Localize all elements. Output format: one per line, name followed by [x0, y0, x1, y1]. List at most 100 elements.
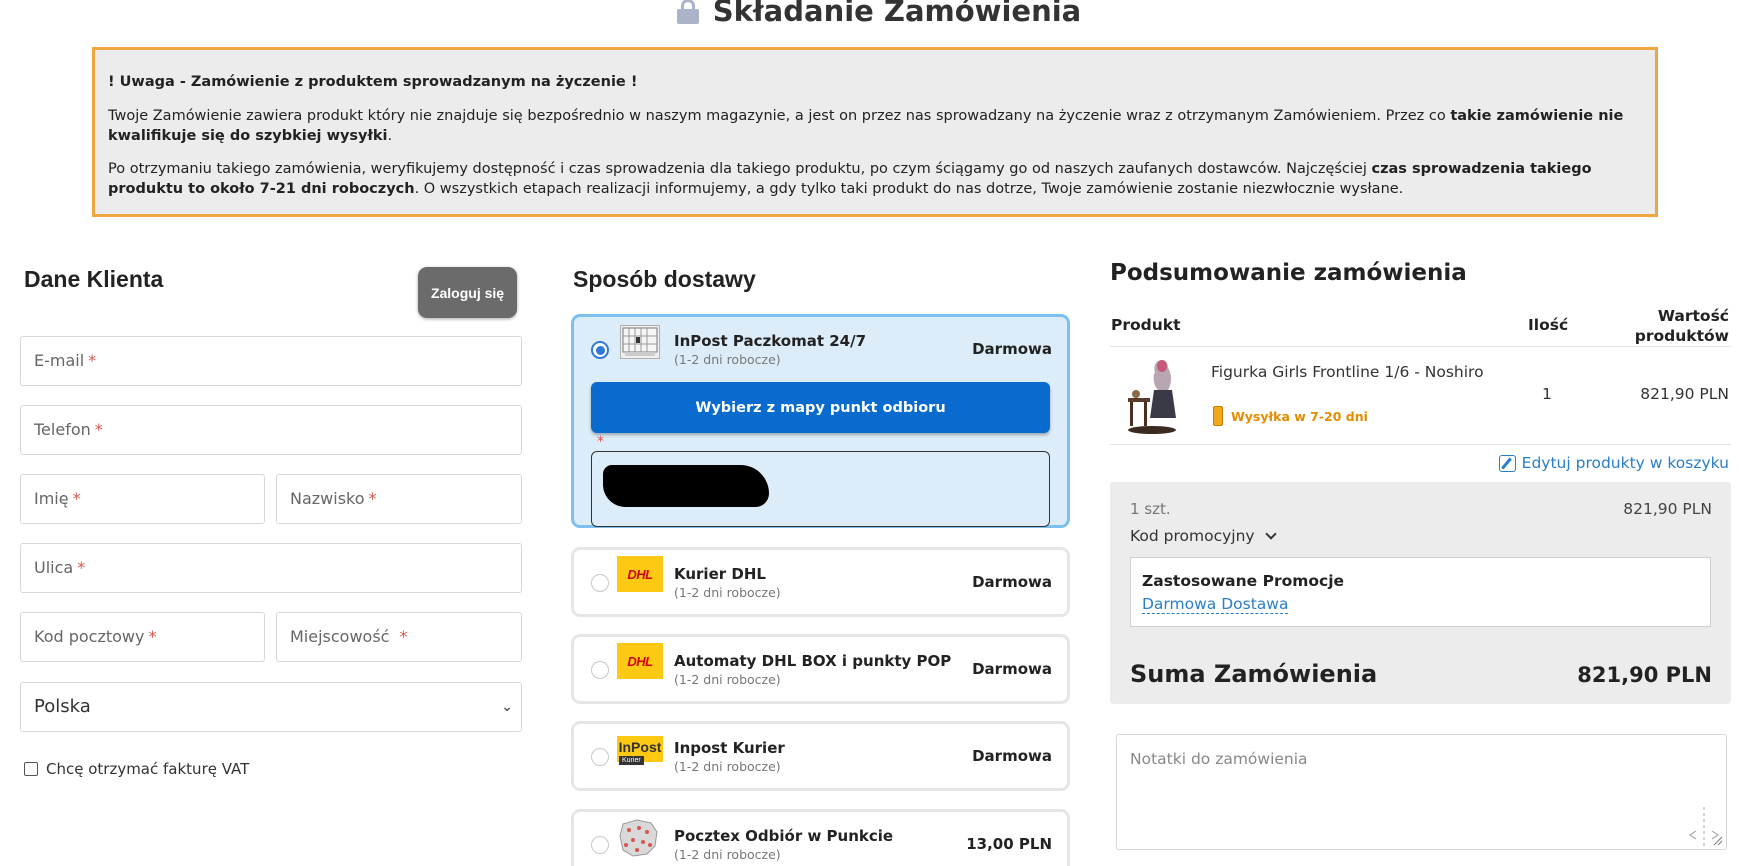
choose-pickup-point-button[interactable]: Wybierz z mapy punkt odbioru — [591, 382, 1050, 433]
order-total-label: Suma Zamówienia — [1130, 660, 1378, 688]
dhl-logo: DHL — [617, 643, 663, 679]
shipping-time: (1-2 dni robocze) — [674, 672, 781, 687]
product-name[interactable]: Figurka Girls Frontline 1/6 - Noshiro — [1211, 363, 1484, 381]
shipping-option-pocztex[interactable]: Pocztex Odbiór w Punkcie (1-2 dni robocz… — [571, 809, 1070, 866]
divider — [1110, 444, 1731, 445]
last-name-placeholder: Nazwisko — [290, 489, 365, 508]
notice-p1-end: . — [387, 128, 393, 144]
column-header-value: Wartość produktów — [1635, 306, 1729, 346]
shipping-time: (1-2 dni robocze) — [674, 585, 781, 600]
vat-invoice-checkbox[interactable]: Chcę otrzymać fakturę VAT — [24, 760, 249, 778]
page-title: Składanie Zamówienia — [0, 0, 1758, 28]
shipping-price: Darmowa — [972, 340, 1052, 358]
summary-section-title: Podsumowanie zamówienia — [1110, 260, 1467, 286]
country-select[interactable]: Polska ⌄ — [20, 682, 522, 732]
divider — [1110, 346, 1731, 347]
shipping-time: (1-2 dni robocze) — [674, 759, 781, 774]
required-mark: * — [94, 420, 103, 439]
items-count: 1 szt. — [1130, 500, 1171, 518]
special-order-notice: ! Uwaga - Zamówienie z produktem sprowad… — [92, 47, 1658, 217]
edit-cart-label: Edytuj produkty w koszyku — [1521, 454, 1729, 472]
resize-handle-icon[interactable] — [1684, 807, 1724, 847]
shipping-time-icon — [1213, 406, 1223, 426]
order-notes-textarea[interactable]: Notatki do zamówienia — [1116, 734, 1727, 850]
redacted-address — [603, 465, 769, 507]
street-field[interactable]: Ulica * — [20, 543, 522, 593]
promotion-free-shipping-link[interactable]: Darmowa Dostawa — [1142, 595, 1289, 614]
page-title-text: Składanie Zamówienia — [712, 0, 1082, 28]
shipping-section-title: Sposób dostawy — [573, 266, 756, 292]
required-mark: * — [399, 627, 408, 646]
shipping-name: Inpost Kurier — [674, 739, 785, 757]
country-value: Polska — [34, 696, 91, 717]
product-quantity: 1 — [1542, 385, 1552, 403]
shipping-price: Darmowa — [972, 747, 1052, 765]
chevron-down-icon — [1264, 527, 1277, 540]
login-button[interactable]: Zaloguj się — [418, 267, 517, 318]
shipping-name: Automaty DHL BOX i punkty POP — [674, 652, 952, 670]
radio-icon[interactable] — [591, 836, 609, 854]
parcel-locker-icon — [620, 325, 660, 359]
shipping-option-inpost-kurier[interactable]: InPost Kurier Inpost Kurier (1-2 dni robo… — [571, 721, 1070, 791]
order-summary-box: 1 szt. 821,90 PLN Kod promocyjny Zastoso… — [1110, 482, 1731, 704]
order-notes-placeholder: Notatki do zamówienia — [1130, 750, 1308, 768]
shipping-time: (1-2 dni robocze) — [674, 352, 781, 367]
notice-p1-text: Twoje Zamówienie zawiera produkt który n… — [108, 108, 1451, 124]
dhl-logo-text: DHL — [627, 653, 653, 669]
radio-icon[interactable] — [591, 661, 609, 679]
shipping-option-inpost-paczkomat[interactable]: InPost Paczkomat 24/7 (1-2 dni robocze) … — [571, 314, 1070, 528]
pickup-point-field[interactable] — [591, 451, 1050, 527]
dhl-logo-text: DHL — [627, 566, 653, 582]
required-mark: * — [88, 351, 97, 370]
applied-promotions-box: Zastosowane Promocje Darmowa Dostawa — [1130, 557, 1711, 627]
radio-icon[interactable] — [591, 574, 609, 592]
column-header-value-line2: produktów — [1634, 327, 1729, 345]
postal-code-placeholder: Kod pocztowy — [34, 627, 145, 646]
promo-code-toggle[interactable]: Kod promocyjny — [1130, 527, 1277, 545]
shipping-price: Darmowa — [972, 660, 1052, 678]
shipping-price: Darmowa — [972, 573, 1052, 591]
notice-p2-end: . O wszystkich etapach realizacji inform… — [414, 181, 1404, 197]
required-mark: * — [148, 627, 157, 646]
shipping-note-text: Wysyłka w 7-20 dni — [1231, 408, 1368, 424]
column-header-quantity: Ilość — [1528, 316, 1569, 334]
radio-icon[interactable] — [591, 748, 609, 766]
phone-field[interactable]: Telefon * — [20, 405, 522, 455]
chevron-down-icon: ⌄ — [501, 699, 513, 715]
city-field[interactable]: Miejscowość * — [276, 612, 522, 662]
postal-code-field[interactable]: Kod pocztowy * — [20, 612, 265, 662]
order-total-value: 821,90 PLN — [1577, 663, 1712, 687]
column-header-product: Produkt — [1111, 316, 1181, 334]
vat-label: Chcę otrzymać fakturę VAT — [46, 760, 250, 778]
required-mark: * — [368, 489, 377, 508]
pocztex-map-icon — [617, 818, 663, 857]
column-header-value-line1: Wartość — [1657, 307, 1729, 325]
lock-icon — [676, 0, 699, 24]
shipping-option-dhl-box[interactable]: DHL Automaty DHL BOX i punkty POP (1-2 d… — [571, 634, 1070, 704]
inpost-logo-text: InPost — [618, 739, 662, 755]
notice-p2-text: Po otrzymaniu takiego zamówienia, weryfi… — [108, 161, 1372, 177]
product-value: 821,90 PLN — [1640, 385, 1729, 403]
radio-selected-icon[interactable] — [591, 341, 609, 359]
required-mark: * — [72, 489, 81, 508]
last-name-field[interactable]: Nazwisko * — [276, 474, 522, 524]
product-thumbnail — [1122, 356, 1186, 438]
edit-cart-link[interactable]: Edytuj produkty w koszyku — [1498, 454, 1729, 472]
edit-icon — [1498, 454, 1516, 472]
street-placeholder: Ulica — [34, 558, 74, 577]
shipping-time: (1-2 dni robocze) — [674, 847, 781, 862]
shipping-name: Pocztex Odbiór w Punkcie — [674, 827, 894, 845]
checkbox-icon[interactable] — [24, 762, 38, 776]
promo-code-label: Kod promocyjny — [1130, 527, 1255, 545]
shipping-price: 13,00 PLN — [966, 835, 1052, 853]
notice-paragraph-1: Twoje Zamówienie zawiera produkt który n… — [108, 106, 1641, 146]
product-shipping-note: Wysyłka w 7-20 dni — [1213, 406, 1368, 426]
notice-heading: ! Uwaga - Zamówienie z produktem sprowad… — [108, 74, 638, 90]
dhl-logo: DHL — [617, 556, 663, 592]
email-field[interactable]: E-mail * — [20, 336, 522, 386]
email-placeholder: E-mail — [34, 351, 85, 370]
shipping-option-kurier-dhl[interactable]: DHL Kurier DHL (1-2 dni robocze) Darmowa — [571, 547, 1070, 617]
phone-placeholder: Telefon — [34, 420, 91, 439]
customer-section-title: Dane Klienta — [24, 266, 164, 292]
first-name-field[interactable]: Imię * — [20, 474, 265, 524]
